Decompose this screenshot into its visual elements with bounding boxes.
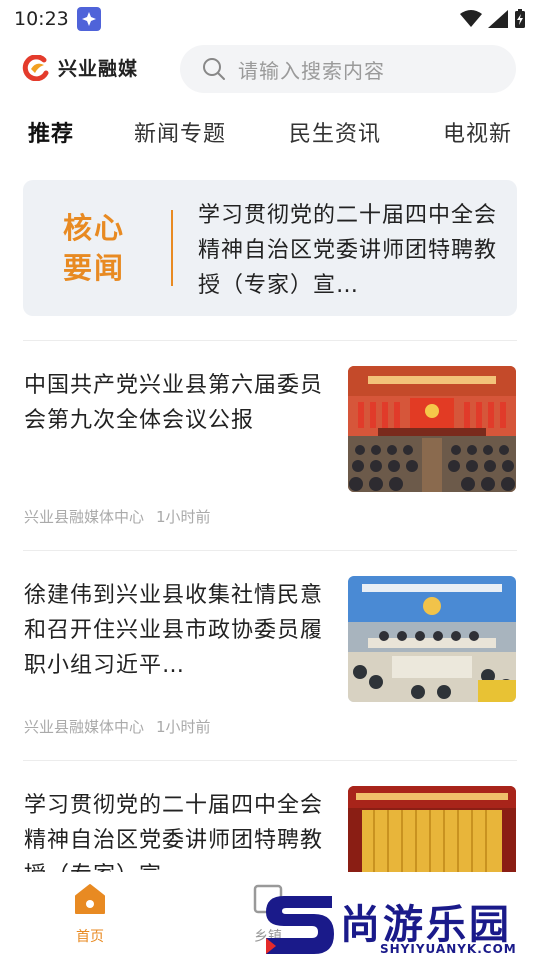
battery-icon bbox=[515, 9, 525, 28]
news-item[interactable]: 徐建伟到兴业县收集社情民意和召开住兴业县市政协委员履职小组习近平… 兴业县融媒体… bbox=[0, 576, 540, 786]
news-title: 学习贯彻党的二十届四中全会精神自治区党委讲师团特聘教授（专家）宣 bbox=[24, 793, 324, 872]
news-thumbnail bbox=[348, 576, 516, 702]
news-item[interactable]: 学习贯彻党的二十届四中全会精神自治区党委讲师团特聘教授（专家）宣 bbox=[0, 786, 540, 872]
site-watermark: 尚游乐园 SHYIYUANYK.COM bbox=[262, 890, 540, 960]
divider bbox=[23, 550, 517, 551]
wifi-icon bbox=[460, 10, 482, 27]
nav-home-label: 首页 bbox=[76, 929, 104, 945]
app-name: 兴业融媒 bbox=[58, 58, 139, 80]
tab-tv-news[interactable]: 电视新 bbox=[443, 116, 512, 148]
divider bbox=[23, 760, 517, 761]
search-input[interactable]: 请输入搜索内容 bbox=[180, 45, 516, 93]
news-source: 兴业县融媒体中心 bbox=[24, 508, 145, 526]
news-time: 1小时前 bbox=[156, 718, 211, 736]
tab-livelihood[interactable]: 民生资讯 bbox=[289, 116, 381, 148]
news-thumbnail bbox=[348, 786, 516, 872]
tab-recommend[interactable]: 推荐 bbox=[28, 116, 74, 148]
news-source: 兴业县融媒体中心 bbox=[24, 718, 145, 736]
home-icon bbox=[75, 884, 105, 914]
status-icons bbox=[460, 9, 526, 29]
core-news-label-line1: 核心 bbox=[63, 211, 126, 245]
nav-home[interactable]: 首页 bbox=[60, 882, 120, 946]
app-header: 兴业融媒 请输入搜索内容 bbox=[0, 44, 540, 96]
logo-mark-icon bbox=[22, 54, 49, 81]
core-news-label-line2: 要闻 bbox=[63, 251, 126, 285]
news-time: 1小时前 bbox=[156, 508, 211, 526]
watermark-logo-icon bbox=[266, 896, 334, 954]
news-title: 中国共产党兴业县第六届委员会第九次全体会议公报 bbox=[24, 373, 324, 433]
search-placeholder: 请输入搜索内容 bbox=[238, 58, 385, 83]
divider bbox=[23, 340, 517, 341]
tab-news-topics[interactable]: 新闻专题 bbox=[134, 116, 226, 148]
news-item[interactable]: 中国共产党兴业县第六届委员会第九次全体会议公报 兴业县融媒体中心 1小时前 bbox=[0, 366, 540, 576]
news-meta: 兴业县融媒体中心 1小时前 bbox=[24, 716, 211, 737]
watermark-url: SHYIYUANYK.COM bbox=[380, 942, 517, 956]
news-title: 徐建伟到兴业县收集社情民意和召开住兴业县市政协委员履职小组习近平… bbox=[24, 583, 324, 678]
app-notification-icon bbox=[76, 7, 101, 31]
news-thumbnail bbox=[348, 366, 516, 492]
status-time: 10:23 bbox=[14, 8, 69, 30]
search-icon bbox=[203, 58, 225, 80]
divider bbox=[171, 210, 173, 286]
app-logo[interactable]: 兴业融媒 bbox=[22, 54, 138, 81]
news-meta: 兴业县融媒体中心 1小时前 bbox=[24, 506, 211, 527]
status-bar: 10:23 bbox=[0, 0, 540, 38]
signal-icon bbox=[488, 10, 508, 28]
core-news-label: 核心 要闻 bbox=[63, 208, 133, 288]
core-news-headline: 学习贯彻党的二十届四中全会精神自治区党委讲师团特聘教授（专家）宣… bbox=[198, 203, 498, 298]
core-news-card[interactable]: 核心 要闻 学习贯彻党的二十届四中全会精神自治区党委讲师团特聘教授（专家）宣… bbox=[23, 180, 517, 316]
category-tabs: 推荐 新闻专题 民生资讯 电视新 bbox=[0, 112, 540, 156]
